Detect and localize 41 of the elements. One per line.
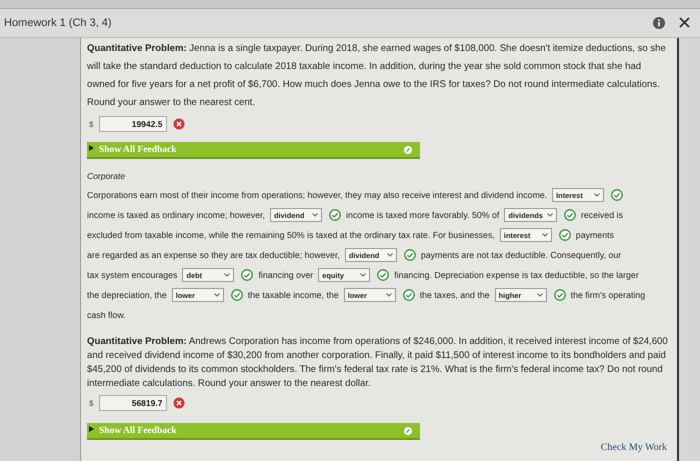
question-text: Quantitative Problem: Jenna is a single taxpayer. During 2018, she earned wages of $108,000. She doesn't itemize deductions, so she will take the standard deduction to calculate 2018 taxable income. In addition, during the year she sold common stock that she had owned for five years for a net profit of $6,700. How much does Jenna owe to the IRS for taxes? Do not round intermediate calculations. Round your answer to the nearest cent.: [87, 42, 667, 110]
paragraph-text: excluded from taxable income, while the remaining 50% is taxed at the ordinary tax rate. For businesses,: [87, 230, 495, 240]
currency-label: $: [89, 398, 94, 408]
window-title: Homework 1 (Ch 3, 4): [4, 16, 113, 29]
pencil-icon: [404, 146, 412, 154]
pencil-icon: [404, 426, 412, 434]
chevron-down-icon: [360, 273, 366, 277]
paragraph-text: Corporations earn most of their income from operations; however, they may also receive interest and dividend income.: [87, 190, 548, 200]
paragraph-text: the taxes, and the: [420, 290, 490, 300]
section-heading: Corporate: [87, 171, 126, 181]
close-icon[interactable]: [679, 17, 690, 28]
paragraph-text: cash flow.: [87, 310, 126, 320]
chevron-down-icon: [312, 213, 318, 217]
triangle-icon: [89, 145, 94, 151]
paragraph-text: are regarded as an expense so they are tax deductible; however,: [87, 250, 340, 260]
triangle-icon: [89, 426, 94, 432]
chevron-down-icon: [546, 213, 553, 217]
chevron-down-icon: [386, 253, 393, 257]
paragraph-text: income is taxed more favorably. 50% of: [346, 210, 500, 220]
check-my-work-button[interactable]: Check My Work: [596, 440, 671, 455]
paragraph-text: the firm's operating: [570, 290, 646, 300]
chevron-down-icon: [594, 193, 600, 197]
answer-field[interactable]: 56819.7: [99, 395, 168, 411]
paragraph-text: financing over: [258, 270, 314, 280]
chevron-down-icon: [224, 273, 230, 277]
chevron-down-icon: [542, 233, 548, 237]
answer-field[interactable]: 19942.5: [99, 116, 168, 132]
chevron-down-icon: [214, 293, 220, 297]
paragraph-text: payments are not tax deductible. Consequently, our: [420, 250, 622, 260]
paragraph-text: the depreciation, the: [87, 290, 167, 300]
paragraph-text: income is taxed as ordinary income; however,: [87, 210, 265, 220]
paragraph-text: financing. Depreciation expense is tax deductible, so the larger: [394, 270, 639, 280]
currency-label: $: [89, 120, 94, 128]
paragraph-text: tax system encourages: [87, 270, 178, 280]
paragraph-text: the taxable income, the: [248, 290, 339, 300]
info-icon[interactable]: [653, 16, 665, 29]
chevron-down-icon: [536, 293, 543, 297]
paragraph-text: payments: [576, 230, 614, 240]
paragraph-text: received is: [580, 210, 623, 220]
question-text: Quantitative Problem: Andrews Corporation has income from operations of $246,000. In addition, it received interest income of $24,600 and received dividend income of $30,200 from another corporation. Finally, it paid $11,500 of interest income to its bondholders and paid $45,200 of dividends to its common stockholders. The firm's federal tax rate is 21%. What is the firm's federal income tax? Do not round intermediate calculations. Round your answer to the nearest dollar.: [87, 335, 669, 391]
chevron-down-icon: [386, 293, 392, 297]
